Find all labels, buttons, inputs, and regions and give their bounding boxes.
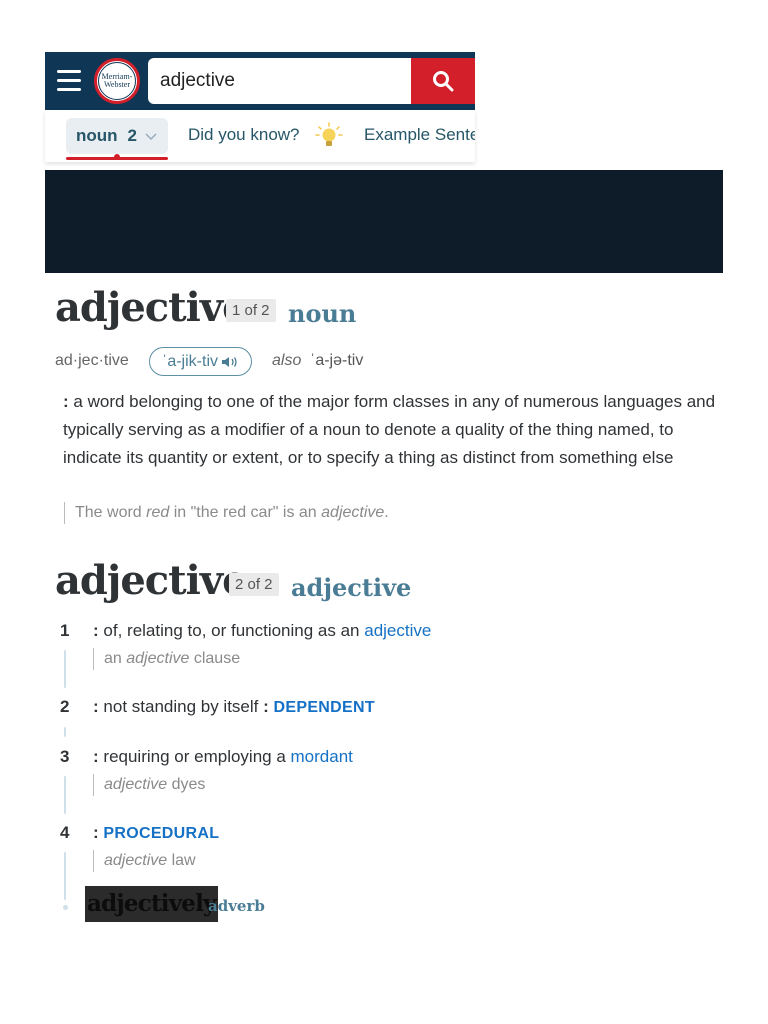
part-of-speech-noun[interactable]: noun <box>288 299 356 328</box>
tab-noun[interactable]: noun 2 <box>66 118 168 154</box>
tab-active-indicator <box>66 154 168 160</box>
pronunciation-button[interactable]: ˈa-jik-tiv <box>149 347 252 376</box>
sense-1-example: an adjective clause <box>93 648 240 670</box>
speaker-icon <box>222 356 237 367</box>
search-button[interactable] <box>411 58 475 104</box>
hyphenation: ad·jec·tive <box>55 352 129 369</box>
sense-number-4: 4 <box>60 823 70 842</box>
example-text: clause <box>189 650 241 667</box>
headword-entry-1: adjective <box>55 284 248 331</box>
example-italic: adjective <box>321 504 385 521</box>
section-tabs: noun 2 Did you know? Example Sente <box>45 110 475 162</box>
example-italic: red <box>146 504 170 521</box>
synonym-link[interactable]: DEPENDENT <box>274 699 375 716</box>
hamburger-menu-icon[interactable] <box>57 70 81 92</box>
alt-pronunciation: ˈa-jə-tiv <box>310 352 364 369</box>
sense-3-definition: : requiring or employing a mordant <box>93 747 353 766</box>
example-text: The word <box>75 504 147 521</box>
search-input[interactable] <box>148 58 411 104</box>
run-on-headword: adjectively <box>85 886 218 922</box>
sense-rail <box>64 852 66 900</box>
sense-text: of, relating to, or functioning as an <box>103 621 365 640</box>
headword-entry-2: adjective <box>55 557 248 604</box>
logo-line2: Webster <box>103 80 130 89</box>
sense-number-3: 3 <box>60 747 70 766</box>
sense-2-definition: : not standing by itself : DEPENDENT <box>93 697 375 716</box>
example-entry-1: The word red in "the red car" is an adje… <box>64 502 389 524</box>
example-italic: adjective <box>126 650 190 667</box>
advertisement-banner <box>45 170 723 273</box>
tab-noun-count: 2 <box>127 126 138 145</box>
also-label: also <box>272 352 302 369</box>
site-header: Merriam- Webster <box>45 52 475 110</box>
definition-text: a word belonging to one of the major for… <box>63 392 716 467</box>
cross-reference-link[interactable]: mordant <box>291 747 353 766</box>
example-italic: adjective <box>104 776 168 793</box>
merriam-webster-logo[interactable]: Merriam- Webster <box>94 58 140 104</box>
example-text: an <box>104 650 127 667</box>
entry-number-badge-1: 1 of 2 <box>226 299 276 322</box>
sense-4-example: adjective law <box>93 850 196 872</box>
sense-1-definition: : of, relating to, or functioning as an … <box>93 621 432 640</box>
sense-rail <box>64 776 66 814</box>
part-of-speech-adjective[interactable]: adjective <box>291 573 411 602</box>
example-text: dyes <box>167 776 206 793</box>
example-text: in "the red car" is an <box>169 504 322 521</box>
example-text: law <box>167 852 196 869</box>
search-icon <box>433 71 454 92</box>
sense-3-example: adjective dyes <box>93 774 205 796</box>
run-on-part-of-speech[interactable]: adverb <box>208 897 265 915</box>
sense-number-2: 2 <box>60 697 70 716</box>
tab-did-you-know[interactable]: Did you know? <box>188 125 300 145</box>
sense-number-1: 1 <box>60 621 70 640</box>
rail-end-dot <box>63 905 68 910</box>
sense-text: requiring or employing a <box>103 747 291 766</box>
sense-text: not standing by itself <box>103 697 264 716</box>
entry-number-badge-2: 2 of 2 <box>229 573 279 596</box>
synonym-link[interactable]: PROCEDURAL <box>103 825 219 842</box>
lightbulb-icon <box>315 122 343 146</box>
sense-4-definition: : PROCEDURAL <box>93 823 220 842</box>
tab-example-sentences[interactable]: Example Sente <box>364 125 475 145</box>
sense-rail <box>64 650 66 688</box>
cross-reference-link[interactable]: adjective <box>364 621 431 640</box>
sense-rail <box>64 727 66 737</box>
definition-entry-1: : a word belonging to one of the major f… <box>63 388 723 472</box>
tab-noun-label: noun <box>76 126 118 145</box>
example-italic: adjective <box>104 852 168 869</box>
chevron-down-icon <box>145 126 157 146</box>
example-text: . <box>384 504 389 521</box>
pronunciation-text: ˈa-jik-tiv <box>162 352 218 370</box>
definition-colon: : <box>63 392 69 411</box>
